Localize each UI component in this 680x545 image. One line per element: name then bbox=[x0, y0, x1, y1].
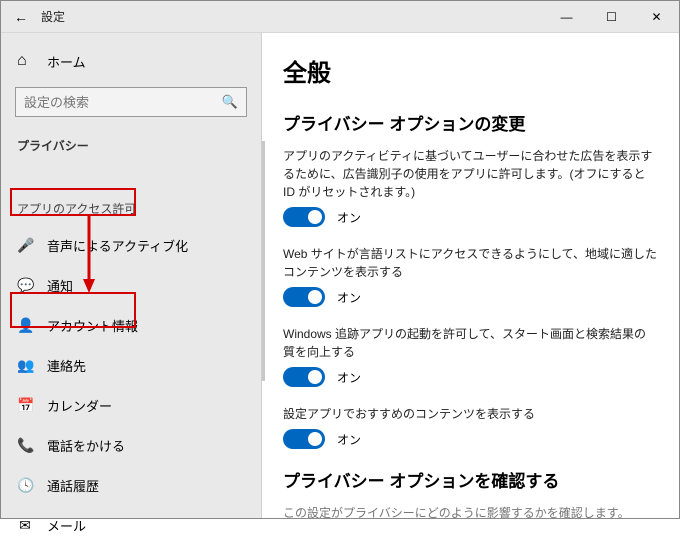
toggle-row: オン bbox=[283, 367, 657, 387]
toggle-language-list[interactable] bbox=[283, 287, 325, 307]
search-input[interactable] bbox=[24, 95, 222, 110]
home-icon: ⌂ bbox=[17, 52, 33, 70]
nav-notifications[interactable]: 💬 通知 bbox=[1, 265, 261, 305]
home-nav[interactable]: ⌂ ホーム bbox=[1, 43, 261, 79]
search-icon: 🔍 bbox=[222, 94, 238, 110]
contacts-icon: 👥 bbox=[17, 357, 33, 374]
notification-icon: 💬 bbox=[17, 277, 33, 294]
option-desc: Windows 追跡アプリの起動を許可して、スタート画面と検索結果の質を向上する bbox=[283, 325, 657, 361]
microphone-icon: 🎤 bbox=[17, 237, 33, 254]
account-icon: 👤 bbox=[17, 317, 33, 334]
close-button[interactable]: ✕ bbox=[634, 1, 679, 33]
option-desc: 設定アプリでおすすめのコンテンツを表示する bbox=[283, 405, 657, 423]
toggle-label: オン bbox=[337, 369, 361, 386]
nav-label: 電話をかける bbox=[47, 436, 125, 455]
window-title: 設定 bbox=[41, 8, 65, 25]
page-heading: 全般 bbox=[283, 53, 657, 88]
toggle-label: オン bbox=[337, 431, 361, 448]
minimize-button[interactable]: — bbox=[544, 1, 589, 33]
nav-calendar[interactable]: 📅 カレンダー bbox=[1, 385, 261, 425]
section-title: プライバシー オプションを確認する bbox=[283, 467, 657, 492]
nav-label: メール bbox=[47, 516, 86, 535]
history-icon: 🕓 bbox=[17, 477, 33, 494]
option-desc: アプリのアクティビティに基づいてユーザーに合わせた広告を表示するために、広告識別… bbox=[283, 147, 657, 201]
section-title: プライバシー オプションの変更 bbox=[283, 110, 657, 135]
nav-phone[interactable]: 📞 電話をかける bbox=[1, 425, 261, 465]
nav-label: カレンダー bbox=[47, 396, 112, 415]
nav-label: 通知 bbox=[47, 276, 73, 295]
nav-label: アカウント情報 bbox=[47, 316, 138, 335]
back-button[interactable]: ← bbox=[1, 9, 41, 25]
toggle-label: オン bbox=[337, 289, 361, 306]
nav-call-history[interactable]: 🕓 通話履歴 bbox=[1, 465, 261, 505]
mail-icon: ✉ bbox=[17, 517, 33, 534]
calendar-icon: 📅 bbox=[17, 397, 33, 414]
sidebar: ⌂ ホーム 🔍 プライバシー アプリのアクセス許可 🎤 音声によるアクティブ化 … bbox=[1, 33, 261, 518]
nav-contacts[interactable]: 👥 連絡先 bbox=[1, 345, 261, 385]
search-box[interactable]: 🔍 bbox=[15, 87, 247, 117]
sidebar-subhead: アプリのアクセス許可 bbox=[1, 192, 261, 225]
toggle-suggested-content[interactable] bbox=[283, 429, 325, 449]
nav-voice-activation[interactable]: 🎤 音声によるアクティブ化 bbox=[1, 225, 261, 265]
nav-label: 音声によるアクティブ化 bbox=[47, 236, 188, 255]
toggle-label: オン bbox=[337, 209, 361, 226]
nav-mail[interactable]: ✉ メール bbox=[1, 505, 261, 545]
nav-label: 連絡先 bbox=[47, 356, 86, 375]
phone-icon: 📞 bbox=[17, 437, 33, 454]
toggle-app-launch-tracking[interactable] bbox=[283, 367, 325, 387]
main-panel: 全般 プライバシー オプションの変更 アプリのアクティビティに基づいてユーザーに… bbox=[261, 33, 679, 518]
toggle-row: オン bbox=[283, 429, 657, 449]
toggle-row: オン bbox=[283, 207, 657, 227]
toggle-row: オン bbox=[283, 287, 657, 307]
home-label: ホーム bbox=[47, 52, 86, 71]
maximize-button[interactable]: ☐ bbox=[589, 1, 634, 33]
scrollbar[interactable] bbox=[262, 141, 265, 381]
sidebar-section: プライバシー bbox=[1, 125, 261, 164]
toggle-ads-id[interactable] bbox=[283, 207, 325, 227]
nav-account-info[interactable]: 👤 アカウント情報 bbox=[1, 305, 261, 345]
nav-label: 通話履歴 bbox=[47, 476, 99, 495]
section-subtext: この設定がプライバシーにどのように影響するかを確認します。 bbox=[283, 504, 657, 518]
option-desc: Web サイトが言語リストにアクセスできるようにして、地域に適したコンテンツを表… bbox=[283, 245, 657, 281]
